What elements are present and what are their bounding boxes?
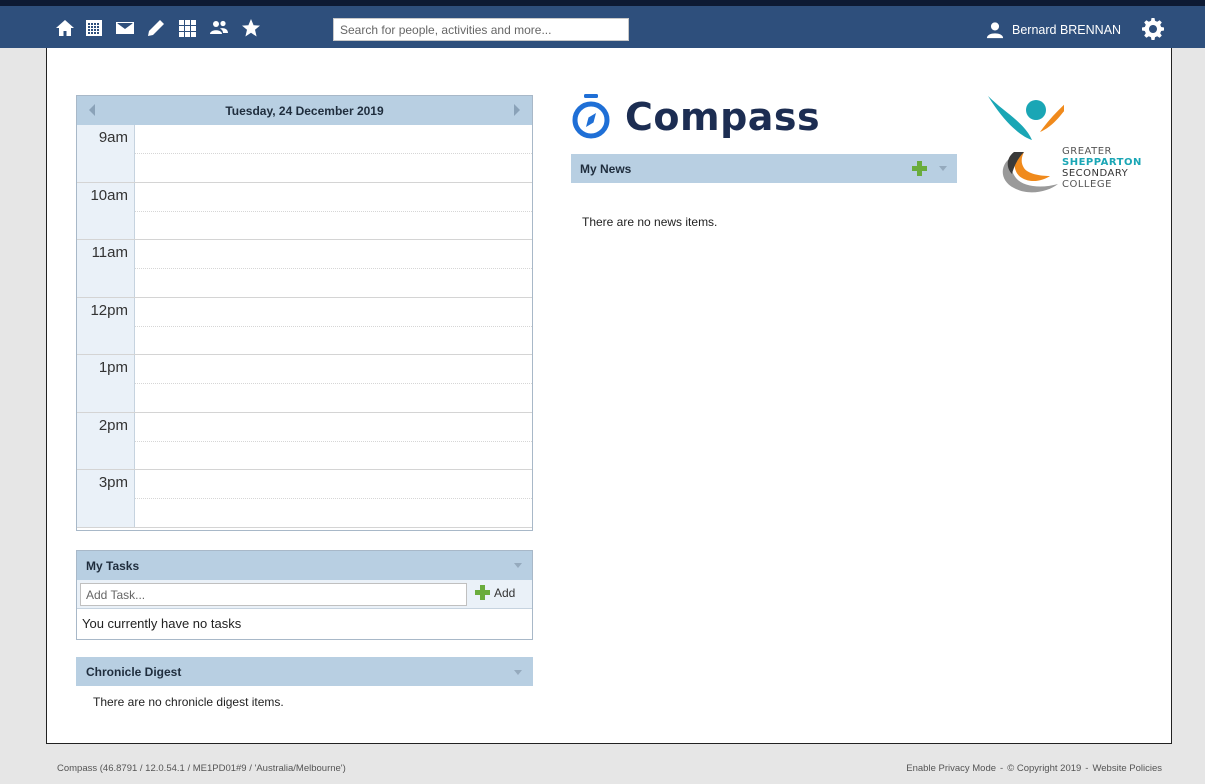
grid-icon[interactable] — [176, 17, 198, 39]
plus-icon — [475, 585, 490, 600]
hour-label: 1pm — [77, 355, 135, 412]
hour-label: 9am — [77, 125, 135, 182]
footer-links: Enable Privacy Mode - © Copyright 2019 -… — [906, 763, 1162, 774]
add-task-input[interactable] — [80, 583, 467, 606]
hour-label: 12pm — [77, 297, 135, 354]
compass-brand-name: Compass — [625, 95, 821, 139]
school-emblem-icon — [988, 94, 1076, 193]
add-task-button[interactable]: Add — [475, 585, 515, 600]
collapse-caret-icon[interactable] — [939, 166, 947, 171]
my-news-header: My News — [571, 154, 957, 183]
school-name-line: SECONDARY — [1062, 168, 1129, 179]
collapse-caret-icon[interactable] — [514, 670, 522, 675]
privacy-mode-link[interactable]: Enable Privacy Mode — [906, 763, 996, 774]
school-logo: GREATER SHEPPARTON SECONDARY COLLEGE — [984, 92, 1144, 202]
my-tasks-panel: My Tasks Add You currently have no tasks — [76, 550, 533, 640]
news-empty-message: There are no news items. — [582, 215, 718, 229]
people-icon[interactable] — [208, 17, 230, 39]
my-news-panel: My News There are no news items. — [571, 154, 957, 229]
chronicle-digest-panel: Chronicle Digest There are no chronicle … — [76, 657, 533, 717]
website-policies-link[interactable]: Website Policies — [1092, 763, 1162, 774]
add-task-label: Add — [494, 585, 516, 600]
hour-row: 12pm — [77, 297, 532, 355]
footer-separator: - — [1085, 763, 1089, 774]
user-name: Bernard BRENNAN — [1012, 23, 1122, 37]
hour-label: 11am — [77, 240, 135, 297]
panel-title: My News — [580, 161, 632, 176]
footer-version: Compass (46.8791 / 12.0.54.1 / ME1PD01#9… — [57, 763, 346, 774]
copyright-text: © Copyright 2019 — [1007, 763, 1082, 774]
pencil-icon[interactable] — [145, 17, 167, 39]
chronicle-empty-message: There are no chronicle digest items. — [93, 695, 284, 709]
hour-row: 10am — [77, 182, 532, 240]
panel-title: My Tasks — [86, 558, 140, 573]
home-icon[interactable] — [54, 17, 76, 39]
hour-row: 2pm — [77, 412, 532, 470]
mail-icon[interactable] — [114, 17, 136, 39]
school-name-line: COLLEGE — [1062, 179, 1112, 190]
main-content: Tuesday, 24 December 2019 9am 10am 11am … — [46, 48, 1172, 744]
add-task-row: Add — [77, 580, 532, 609]
user-menu[interactable]: Bernard BRENNAN — [986, 19, 1121, 41]
hour-row: 11am — [77, 240, 532, 298]
school-name-line: SHEPPARTON — [1062, 157, 1142, 168]
hour-label: 10am — [77, 182, 135, 239]
calendar-date: Tuesday, 24 December 2019 — [225, 103, 384, 118]
compass-logo: Compass — [571, 92, 820, 142]
calendar-body: 9am 10am 11am 12pm 1pm 2pm 3pm — [77, 125, 532, 528]
hour-row: 9am — [77, 125, 532, 183]
user-icon — [986, 22, 1004, 39]
collapse-caret-icon[interactable] — [514, 563, 522, 568]
search-input[interactable] — [333, 18, 629, 41]
school-name: GREATER SHEPPARTON SECONDARY COLLEGE — [1062, 146, 1142, 190]
calendar-header: Tuesday, 24 December 2019 — [77, 96, 532, 125]
tasks-empty-message: You currently have no tasks — [82, 616, 242, 631]
chronicle-digest-header: Chronicle Digest — [76, 657, 533, 686]
calendar-widget: Tuesday, 24 December 2019 9am 10am 11am … — [76, 95, 533, 531]
hour-row: 3pm — [77, 470, 532, 528]
my-tasks-header: My Tasks — [77, 551, 532, 580]
gear-icon[interactable] — [1142, 18, 1164, 40]
next-day-arrow-icon[interactable] — [514, 104, 520, 116]
prev-day-arrow-icon[interactable] — [89, 104, 95, 116]
star-icon[interactable] — [240, 17, 262, 39]
hour-label: 3pm — [77, 470, 135, 527]
hour-row: 1pm — [77, 355, 532, 413]
school-name-line: GREATER — [1062, 146, 1112, 157]
calendar-icon[interactable] — [83, 17, 105, 39]
compass-logo-icon — [572, 94, 610, 139]
top-nav-bar: Bernard BRENNAN — [0, 0, 1205, 48]
footer-separator: - — [1000, 763, 1004, 774]
add-news-plus-icon[interactable] — [912, 161, 927, 176]
hour-label: 2pm — [77, 412, 135, 469]
panel-title: Chronicle Digest — [86, 664, 182, 679]
